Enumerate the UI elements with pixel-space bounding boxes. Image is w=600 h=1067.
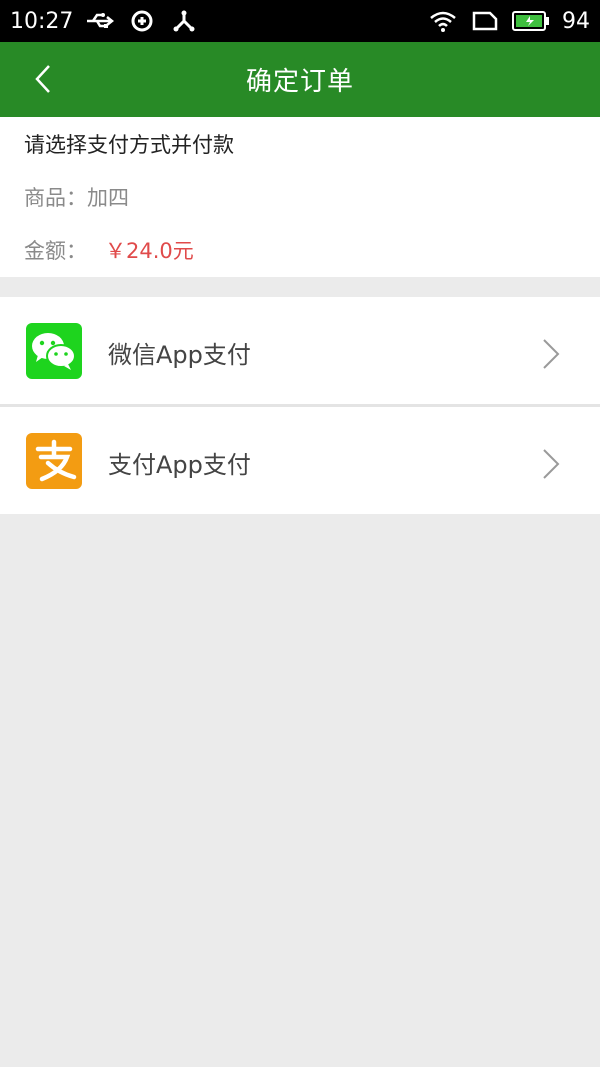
share-icon <box>173 10 195 32</box>
payment-option-alipay[interactable]: 支付App支付 <box>0 407 600 514</box>
sync-icon <box>131 10 153 32</box>
order-info-card: 请选择支付方式并付款 商品： 加四 金额： ￥24.0元 <box>0 117 600 277</box>
amount-label: 金额： <box>24 239 87 263</box>
wifi-icon <box>430 11 456 32</box>
battery-icon <box>512 11 549 31</box>
goods-row: 商品： 加四 <box>24 182 129 212</box>
amount-row: 金额： ￥24.0元 <box>24 235 194 265</box>
back-button[interactable] <box>18 54 68 104</box>
alipay-icon <box>26 433 82 489</box>
payment-label-alipay: 支付App支付 <box>108 451 251 479</box>
app-bar: 确定订单 <box>0 42 600 117</box>
payment-option-wechat[interactable]: 微信App支付 <box>0 297 600 404</box>
goods-value: 加四 <box>87 186 129 210</box>
goods-label: 商品： <box>24 186 87 210</box>
wechat-icon <box>26 323 82 379</box>
chevron-left-icon <box>35 65 50 93</box>
usb-icon <box>87 13 115 28</box>
sim-icon <box>472 11 498 31</box>
chevron-right-icon <box>543 449 560 479</box>
chevron-right-icon <box>543 339 560 369</box>
amount-value: ￥24.0元 <box>105 239 194 263</box>
payment-label-wechat: 微信App支付 <box>108 341 251 369</box>
status-time: 10:27 <box>10 8 74 34</box>
page-title: 确定订单 <box>245 67 354 97</box>
battery-level: 94 <box>562 8 590 34</box>
status-bar: 10:27 94 <box>0 0 600 42</box>
order-prompt: 请选择支付方式并付款 <box>24 133 234 157</box>
